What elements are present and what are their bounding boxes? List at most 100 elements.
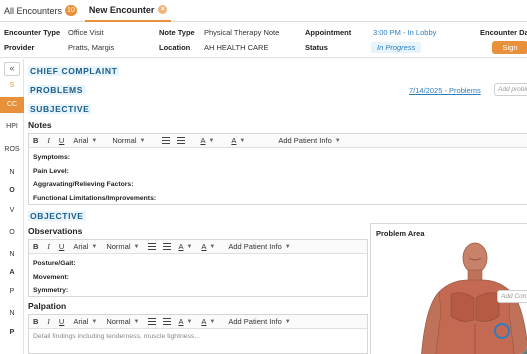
problem-area-panel: Problem Area Add Comment [370, 223, 527, 354]
palpation-placeholder[interactable]: Detail findings including tenderness, mu… [29, 329, 367, 344]
nav-item-o[interactable]: O [0, 187, 24, 194]
chevron-down-icon: ▼ [91, 243, 98, 250]
head-shape [462, 242, 488, 274]
text-color-icon: A [178, 242, 184, 251]
nav-item-n-2[interactable]: N [0, 251, 24, 258]
text-color-icon: A [200, 136, 206, 145]
size-select-value: Normal [106, 317, 131, 326]
text-color-select[interactable]: A ▼ [200, 136, 214, 145]
italic-button[interactable]: I [47, 136, 50, 145]
add-problem-input[interactable]: Add problem [494, 83, 527, 96]
highlight-color-icon: A [201, 242, 207, 251]
text-color-select[interactable]: A ▼ [178, 242, 192, 251]
section-nav: « S CC HPI ROS N O V O N A P N P [0, 59, 24, 354]
text-color-icon: A [178, 317, 184, 326]
bold-button[interactable]: B [33, 136, 38, 145]
section-objective: OBJECTIVE [28, 211, 86, 221]
palpation-toolbar: B I U Arial ▼ Normal ▼ A ▼ A ▼ Add Patient I… [29, 315, 367, 329]
sign-button[interactable]: Sign [492, 41, 527, 54]
tab-new-encounter[interactable]: New Encounter × [84, 0, 172, 22]
note-content: CHIEF COMPLAINT PROBLEMS 7/14/2025 - Pro… [24, 59, 527, 354]
collapse-chevron-icon[interactable]: « [4, 62, 20, 76]
numbered-list-icon[interactable] [163, 318, 172, 325]
status-label: Status [305, 43, 328, 52]
section-chief-complaint: CHIEF COMPLAINT [28, 66, 120, 76]
section-subjective: SUBJECTIVE [28, 104, 92, 114]
palpation-editor[interactable]: B I U Arial ▼ Normal ▼ A ▼ A ▼ Add Patient I… [28, 314, 368, 354]
font-select[interactable]: Arial ▼ [73, 242, 97, 251]
nav-item-hpi[interactable]: HPI [0, 123, 24, 130]
notes-label: Notes [28, 120, 52, 130]
size-select-value: Normal [112, 136, 137, 145]
italic-button[interactable]: I [47, 242, 50, 251]
tab-all-encounters-label: All Encounters [4, 5, 63, 16]
chevron-down-icon: ▼ [284, 318, 291, 325]
nav-item-p-2[interactable]: P [0, 329, 24, 336]
encounter-date-label: Encounter Date [480, 28, 527, 37]
size-select-value: Normal [106, 242, 131, 251]
encounter-type-value: Office Visit [68, 28, 104, 37]
nav-item-o-2[interactable]: O [0, 229, 24, 236]
notes-body[interactable]: Symptoms: Pain Level: Aggravating/Reliev… [29, 148, 527, 208]
chevron-down-icon: ▼ [139, 137, 146, 144]
numbered-list-icon[interactable] [163, 243, 172, 250]
nav-item-n[interactable]: N [0, 169, 24, 176]
note-type-label: Note Type [159, 28, 195, 37]
highlight-color-select[interactable]: A ▼ [201, 242, 215, 251]
underline-button[interactable]: U [59, 317, 64, 326]
chevron-down-icon: ▼ [334, 137, 341, 144]
bullet-list-icon[interactable] [148, 318, 157, 325]
numbered-list-icon[interactable] [177, 137, 186, 144]
add-comment-input[interactable]: Add Comment [497, 290, 527, 303]
text-color-select[interactable]: A ▼ [178, 317, 192, 326]
nav-item-p[interactable]: P [0, 288, 24, 295]
nav-item-cc[interactable]: CC [0, 97, 24, 113]
size-select[interactable]: Normal ▼ [112, 136, 145, 145]
add-patient-info-select[interactable]: Add Patient Info ▼ [278, 136, 340, 145]
appointment-value[interactable]: 3:00 PM - In Lobby [373, 28, 436, 37]
underline-button[interactable]: U [59, 242, 64, 251]
notes-editor[interactable]: B I U Arial ▼ Normal ▼ A ▼ A ▼ Add Patient I… [28, 133, 527, 205]
bold-button[interactable]: B [33, 317, 38, 326]
tab-all-encounters[interactable]: All Encounters 10 [0, 0, 81, 22]
bullet-list-icon[interactable] [162, 137, 171, 144]
obs-field-movement: Movement: [33, 273, 69, 281]
observations-body[interactable]: Posture/Gait: Movement: Symmetry: [29, 254, 367, 301]
nav-item-v[interactable]: V [0, 207, 24, 214]
notes-toolbar: B I U Arial ▼ Normal ▼ A ▼ A ▼ Add Patient I… [29, 134, 527, 148]
chevron-down-icon: ▼ [133, 243, 140, 250]
tab-new-encounter-label: New Encounter [88, 4, 155, 15]
provider-value: Pratts, Margis [68, 43, 115, 52]
italic-button[interactable]: I [47, 317, 50, 326]
size-select[interactable]: Normal ▼ [106, 317, 139, 326]
notes-field-functional: Functional Limitations/Improvements: [33, 194, 157, 202]
provider-label: Provider [4, 43, 35, 52]
observations-editor[interactable]: B I U Arial ▼ Normal ▼ A ▼ A ▼ Add Patient I… [28, 239, 368, 297]
section-problems: PROBLEMS [28, 85, 85, 95]
bold-button[interactable]: B [33, 242, 38, 251]
font-select[interactable]: Arial ▼ [73, 317, 97, 326]
observations-toolbar: B I U Arial ▼ Normal ▼ A ▼ A ▼ Add Patient I… [29, 240, 367, 254]
chevron-down-icon: ▼ [209, 318, 216, 325]
nav-item-s[interactable]: S [0, 82, 24, 89]
add-patient-info-label: Add Patient Info [228, 317, 282, 326]
highlight-color-select[interactable]: A ▼ [231, 136, 245, 145]
bullet-list-icon[interactable] [148, 243, 157, 250]
add-patient-info-select[interactable]: Add Patient Info ▼ [228, 317, 290, 326]
font-select[interactable]: Arial ▼ [73, 136, 97, 145]
encounter-window: All Encounters 10 New Encounter × Encoun… [0, 0, 527, 354]
highlight-color-select[interactable]: A ▼ [201, 317, 215, 326]
notes-field-aggravating: Aggravating/Relieving Factors: [33, 181, 134, 188]
size-select[interactable]: Normal ▼ [106, 242, 139, 251]
font-select-value: Arial [73, 317, 89, 326]
observations-label: Observations [28, 226, 83, 236]
chevron-down-icon: ▼ [186, 318, 193, 325]
nav-item-a[interactable]: A [0, 269, 24, 276]
underline-button[interactable]: U [59, 136, 64, 145]
nav-item-n-3[interactable]: N [0, 310, 24, 317]
problems-date-link[interactable]: 7/14/2025 - Problems [409, 86, 481, 95]
nav-item-ros[interactable]: ROS [0, 146, 24, 153]
close-tab-icon[interactable]: × [158, 5, 168, 14]
chevron-down-icon: ▼ [186, 243, 193, 250]
add-patient-info-select[interactable]: Add Patient Info ▼ [228, 242, 290, 251]
